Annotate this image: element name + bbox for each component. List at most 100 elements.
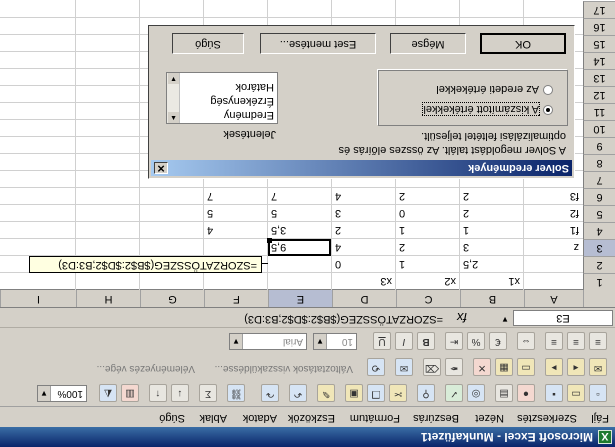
- undo-icon[interactable]: ↶: [289, 384, 307, 402]
- row-header[interactable]: 7: [583, 171, 615, 188]
- cell-c6[interactable]: 2: [396, 188, 460, 204]
- font-size-select[interactable]: 10 ▼: [313, 333, 357, 350]
- menu-tools[interactable]: Eszközök: [288, 412, 335, 424]
- cancel-button[interactable]: Mégse: [390, 33, 466, 54]
- reports-listbox[interactable]: Eredmény Érzékenység Határok ▲ ▼: [166, 72, 278, 124]
- chevron-down-icon[interactable]: ▼: [501, 315, 509, 324]
- cell-a4[interactable]: f1: [570, 222, 579, 238]
- cell-f6[interactable]: 7: [204, 188, 268, 204]
- menu-window[interactable]: Ablak: [199, 412, 227, 424]
- report-item-limits[interactable]: Határok: [235, 81, 274, 93]
- paste-icon[interactable]: ▣: [345, 384, 363, 402]
- save-scenario-button[interactable]: Eset mentése...: [260, 33, 376, 54]
- row-header[interactable]: 5: [583, 205, 615, 222]
- row-header[interactable]: 13: [583, 69, 615, 86]
- cell-c5[interactable]: 0: [396, 205, 460, 221]
- column-header-a[interactable]: A: [524, 290, 583, 307]
- underline-icon[interactable]: U: [373, 332, 391, 350]
- column-header-f[interactable]: F: [204, 290, 268, 307]
- cell-b5[interactable]: 2: [460, 205, 524, 221]
- report-item-sensitivity[interactable]: Érzékenység: [210, 95, 274, 107]
- cell-c1[interactable]: x2: [444, 273, 456, 289]
- row-header[interactable]: 3: [583, 239, 615, 256]
- new-comment-icon[interactable]: ✉: [589, 358, 607, 376]
- hyperlink-icon[interactable]: ⛓: [227, 384, 245, 402]
- redo-icon[interactable]: ↷: [261, 384, 279, 402]
- row-header[interactable]: 8: [583, 154, 615, 171]
- fx-icon[interactable]: fx: [457, 310, 467, 325]
- permission-icon[interactable]: ●: [517, 384, 535, 402]
- row-header[interactable]: 2: [583, 256, 615, 273]
- fill-handle[interactable]: [267, 238, 272, 243]
- eraser-icon[interactable]: ⌫: [423, 358, 441, 376]
- next-comment-icon[interactable]: ▸: [545, 358, 563, 376]
- menu-edit[interactable]: Szerkesztés: [517, 412, 577, 424]
- font-select[interactable]: Arial ▼: [229, 333, 307, 350]
- cell-f5[interactable]: 5: [204, 205, 268, 221]
- cell-d2[interactable]: 0: [332, 256, 396, 272]
- cell-b1[interactable]: x1: [508, 273, 520, 289]
- cell-c4[interactable]: 1: [396, 222, 460, 238]
- row-header[interactable]: 12: [583, 86, 615, 103]
- save-icon[interactable]: ▪: [545, 384, 563, 402]
- align-center-icon[interactable]: ≡: [567, 332, 585, 350]
- row-header[interactable]: 15: [583, 35, 615, 52]
- cell-d5[interactable]: 3: [332, 205, 396, 221]
- menu-data[interactable]: Adatok: [243, 412, 277, 424]
- name-box[interactable]: E3: [513, 310, 613, 326]
- open-icon[interactable]: ▭: [567, 384, 585, 402]
- row-header[interactable]: 17: [583, 1, 615, 18]
- radio-checked-icon[interactable]: [543, 105, 553, 115]
- sort-ascending-icon[interactable]: ↓: [171, 384, 189, 402]
- option-keep-solution[interactable]: A kiszámított értékekkel: [422, 102, 553, 116]
- row-header[interactable]: 4: [583, 222, 615, 239]
- column-header-i[interactable]: I: [0, 290, 76, 307]
- menu-insert[interactable]: Beszúrás: [413, 412, 459, 424]
- report-item-answer[interactable]: Eredmény: [224, 109, 274, 121]
- column-header-c[interactable]: C: [396, 290, 460, 307]
- mail-recipient-icon[interactable]: ✉: [395, 358, 413, 376]
- cell-d6[interactable]: 4: [332, 188, 396, 204]
- cut-icon[interactable]: ✂: [389, 384, 407, 402]
- select-all-button[interactable]: [583, 290, 615, 307]
- print-preview-icon[interactable]: ◎: [467, 384, 485, 402]
- research-icon[interactable]: ⚲: [417, 384, 435, 402]
- spelling-icon[interactable]: ✓: [445, 384, 463, 402]
- column-header-g[interactable]: G: [140, 290, 204, 307]
- close-icon[interactable]: ✕: [154, 162, 168, 174]
- menu-help[interactable]: Súgó: [159, 412, 185, 424]
- format-painter-icon[interactable]: ✎: [317, 384, 335, 402]
- row-header[interactable]: 11: [583, 103, 615, 120]
- currency-icon[interactable]: €: [489, 332, 507, 350]
- bold-icon[interactable]: B: [417, 332, 435, 350]
- italic-icon[interactable]: I: [395, 332, 413, 350]
- column-header-b[interactable]: B: [460, 290, 524, 307]
- menu-format[interactable]: Formátum: [350, 412, 400, 424]
- reply-changes-icon[interactable]: ⟲: [367, 358, 385, 376]
- print-icon[interactable]: ▤: [495, 384, 513, 402]
- drawing-icon[interactable]: ◭: [99, 384, 117, 402]
- reports-scrollbar[interactable]: ▲ ▼: [167, 73, 180, 123]
- cell-a6[interactable]: f3: [570, 188, 579, 204]
- show-all-comments-icon[interactable]: ▦: [495, 358, 513, 376]
- column-header-e[interactable]: E: [268, 290, 332, 307]
- delete-comment-icon[interactable]: ✕: [473, 358, 491, 376]
- option-restore-original[interactable]: Az eredeti értékekkel: [436, 83, 553, 95]
- row-header[interactable]: 16: [583, 18, 615, 35]
- row-header[interactable]: 1: [583, 273, 615, 290]
- cell-e5[interactable]: 5: [268, 205, 332, 221]
- new-icon[interactable]: ▫: [589, 384, 607, 402]
- cell-f4[interactable]: 4: [204, 222, 268, 238]
- scroll-down-icon[interactable]: ▼: [168, 73, 179, 84]
- scroll-up-icon[interactable]: ▲: [168, 112, 179, 123]
- decrease-indent-icon[interactable]: ⇤: [445, 332, 463, 350]
- row-header[interactable]: 10: [583, 120, 615, 137]
- formula-input[interactable]: =SZORZATÖSSZEG($B$2:$D$2;B3:D3): [244, 313, 443, 325]
- cell-d4[interactable]: 2: [332, 222, 396, 238]
- cell-b4[interactable]: 1: [460, 222, 524, 238]
- menu-file[interactable]: Fájl: [591, 412, 609, 424]
- row-header[interactable]: 6: [583, 188, 615, 205]
- row-header[interactable]: 14: [583, 52, 615, 69]
- cell-b3[interactable]: 3: [460, 239, 524, 255]
- align-left-icon[interactable]: ≡: [589, 332, 607, 350]
